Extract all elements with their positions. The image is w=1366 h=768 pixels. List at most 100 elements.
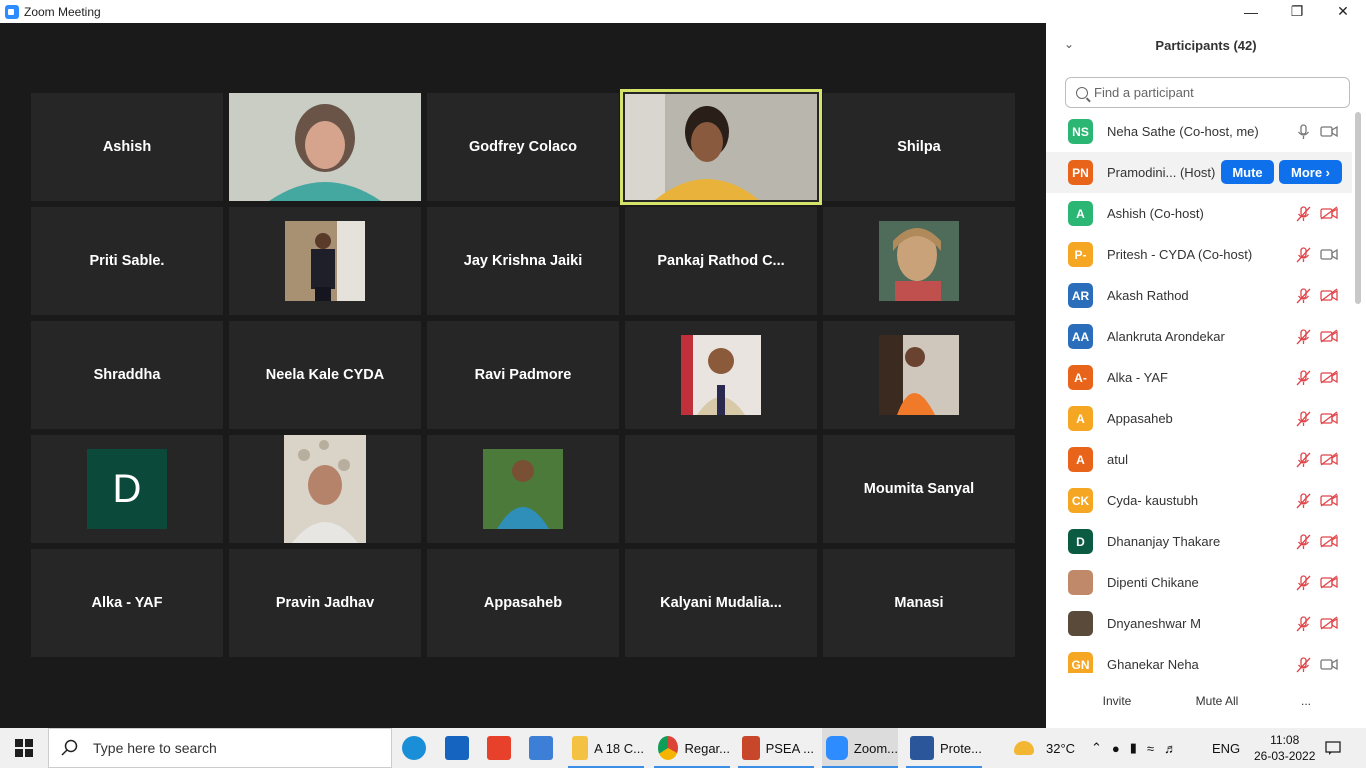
chevron-down-icon[interactable]: ⌄ [1064,37,1074,51]
taskbar-chrome[interactable]: Regar... [654,728,730,768]
video-camera-icon[interactable] [1320,247,1338,262]
participant-row[interactable]: A Ashish (Co-host) [1046,193,1352,234]
more-options-button[interactable]: ... [1294,688,1318,714]
participant-row[interactable]: NS Neha Sathe (Co-host, me) [1046,111,1352,152]
microphone-muted-icon[interactable] [1296,534,1311,550]
video-off-icon[interactable] [1320,452,1338,467]
video-tile[interactable] [823,321,1015,429]
video-tile[interactable] [823,207,1015,315]
volume-icon[interactable]: ♬ [1164,741,1177,756]
video-camera-icon[interactable] [1320,124,1338,139]
notifications-icon[interactable] [1325,728,1341,768]
invite-button[interactable]: Invite [1094,688,1140,714]
video-tile[interactable] [229,435,421,543]
microphone-muted-icon[interactable] [1296,206,1311,222]
video-tile[interactable]: Moumita Sanyal [823,435,1015,543]
participant-row[interactable]: P- Pritesh - CYDA (Co-host) [1046,234,1352,275]
video-off-icon[interactable] [1320,575,1338,590]
taskbar-explorer[interactable]: A 18 C... [568,728,644,768]
video-tile[interactable] [229,93,421,201]
close-button[interactable]: ✕ [1320,0,1366,23]
microphone-muted-icon[interactable] [1296,329,1311,345]
video-off-icon[interactable] [1320,534,1338,549]
start-button[interactable] [0,728,48,768]
participant-row[interactable]: D Dhananjay Thakare [1046,521,1352,562]
video-tile[interactable]: Kalyani Mudalia... [625,549,817,657]
video-off-icon[interactable] [1320,616,1338,631]
participant-list-name: Alka - YAF [1107,370,1168,385]
minimize-button[interactable]: — [1228,0,1274,23]
participant-row[interactable]: AR Akash Rathod [1046,275,1352,316]
participant-search[interactable] [1065,77,1350,108]
microphone-muted-icon[interactable] [1296,370,1311,386]
participant-list-name: Pramodini... (Host) [1107,165,1216,180]
video-tile[interactable]: Neela Kale CYDA [229,321,421,429]
microphone-muted-icon[interactable] [1296,411,1311,427]
participant-row[interactable]: GN Ghanekar Neha [1046,644,1352,673]
more-button[interactable]: More › [1279,160,1342,184]
video-tile[interactable]: Ravi Padmore [427,321,619,429]
participant-row[interactable]: A Appasaheb [1046,398,1352,439]
participant-list-name: Ghanekar Neha [1107,657,1199,672]
video-tile[interactable] [229,207,421,315]
microphone-muted-icon[interactable] [1296,247,1311,263]
microphone-icon[interactable]: ● [1112,741,1120,756]
video-off-icon[interactable] [1320,206,1338,221]
taskbar-zoom[interactable]: Zoom... [822,728,898,768]
video-off-icon[interactable] [1320,288,1338,303]
video-tile[interactable] [427,435,619,543]
clock[interactable]: 11:08 26-03-2022 [1254,728,1315,768]
taskbar-powerpoint[interactable]: PSEA ... [738,728,814,768]
weather-widget[interactable]: 32°C [1014,728,1075,768]
video-off-icon[interactable] [1320,411,1338,426]
video-tile[interactable]: Alka - YAF [31,549,223,657]
microphone-muted-icon[interactable] [1296,288,1311,304]
video-off-icon[interactable] [1320,493,1338,508]
video-tile[interactable]: Ashish [31,93,223,201]
video-off-icon[interactable] [1320,370,1338,385]
search-input[interactable] [1094,85,1334,100]
office-app[interactable] [487,728,511,768]
chevron-up-icon[interactable]: ⌃ [1091,740,1102,756]
video-tile[interactable]: Shilpa [823,93,1015,201]
video-tile[interactable]: Manasi [823,549,1015,657]
video-tile[interactable]: Priti Sable. [31,207,223,315]
participant-list-scrollbar[interactable] [1355,112,1361,304]
participant-row[interactable]: Aatul [1046,439,1352,480]
participant-row[interactable]: Dipenti Chikane [1046,562,1352,603]
microphone-muted-icon[interactable] [1296,493,1311,509]
participant-row[interactable]: Dnyaneshwar M [1046,603,1352,644]
video-tile[interactable] [625,321,817,429]
mail-app[interactable] [445,728,469,768]
video-off-icon[interactable] [1320,329,1338,344]
wifi-icon[interactable]: ≈ [1147,741,1154,756]
video-tile[interactable] [625,435,817,543]
edge-app[interactable] [402,728,426,768]
video-tile[interactable]: Pankaj Rathod C... [625,207,817,315]
battery-icon[interactable]: ▮ [1130,740,1137,756]
participant-row[interactable]: CK Cyda- kaustubh [1046,480,1352,521]
participant-row[interactable]: AA Alankruta Arondekar [1046,316,1352,357]
video-tile[interactable]: D [31,435,223,543]
taskbar-word[interactable]: Prote... [906,728,982,768]
taskbar-search[interactable]: Type here to search [48,728,392,768]
mute-button[interactable]: Mute [1221,160,1274,184]
microphone-muted-icon[interactable] [1296,657,1311,673]
participant-row[interactable]: A- Alka - YAF [1046,357,1352,398]
active-speaker-tile[interactable] [620,89,822,205]
video-tile[interactable]: Shraddha [31,321,223,429]
video-tile[interactable]: Appasaheb [427,549,619,657]
mute-all-button[interactable]: Mute All [1186,688,1248,714]
microphone-muted-icon[interactable] [1296,452,1311,468]
video-tile[interactable]: Jay Krishna Jaiki [427,207,619,315]
video-tile[interactable]: Pravin Jadhav [229,549,421,657]
language-indicator[interactable]: ENG [1212,728,1240,768]
microphone-icon[interactable] [1296,124,1310,139]
microphone-muted-icon[interactable] [1296,575,1311,591]
video-camera-icon[interactable] [1320,657,1338,672]
participant-row[interactable]: PN Pramodini... (Host) Mute More › [1046,152,1352,193]
restore-button[interactable]: ❐ [1274,0,1320,23]
store-app[interactable] [529,728,553,768]
video-tile[interactable]: Godfrey Colaco [427,93,619,201]
microphone-muted-icon[interactable] [1296,616,1311,632]
